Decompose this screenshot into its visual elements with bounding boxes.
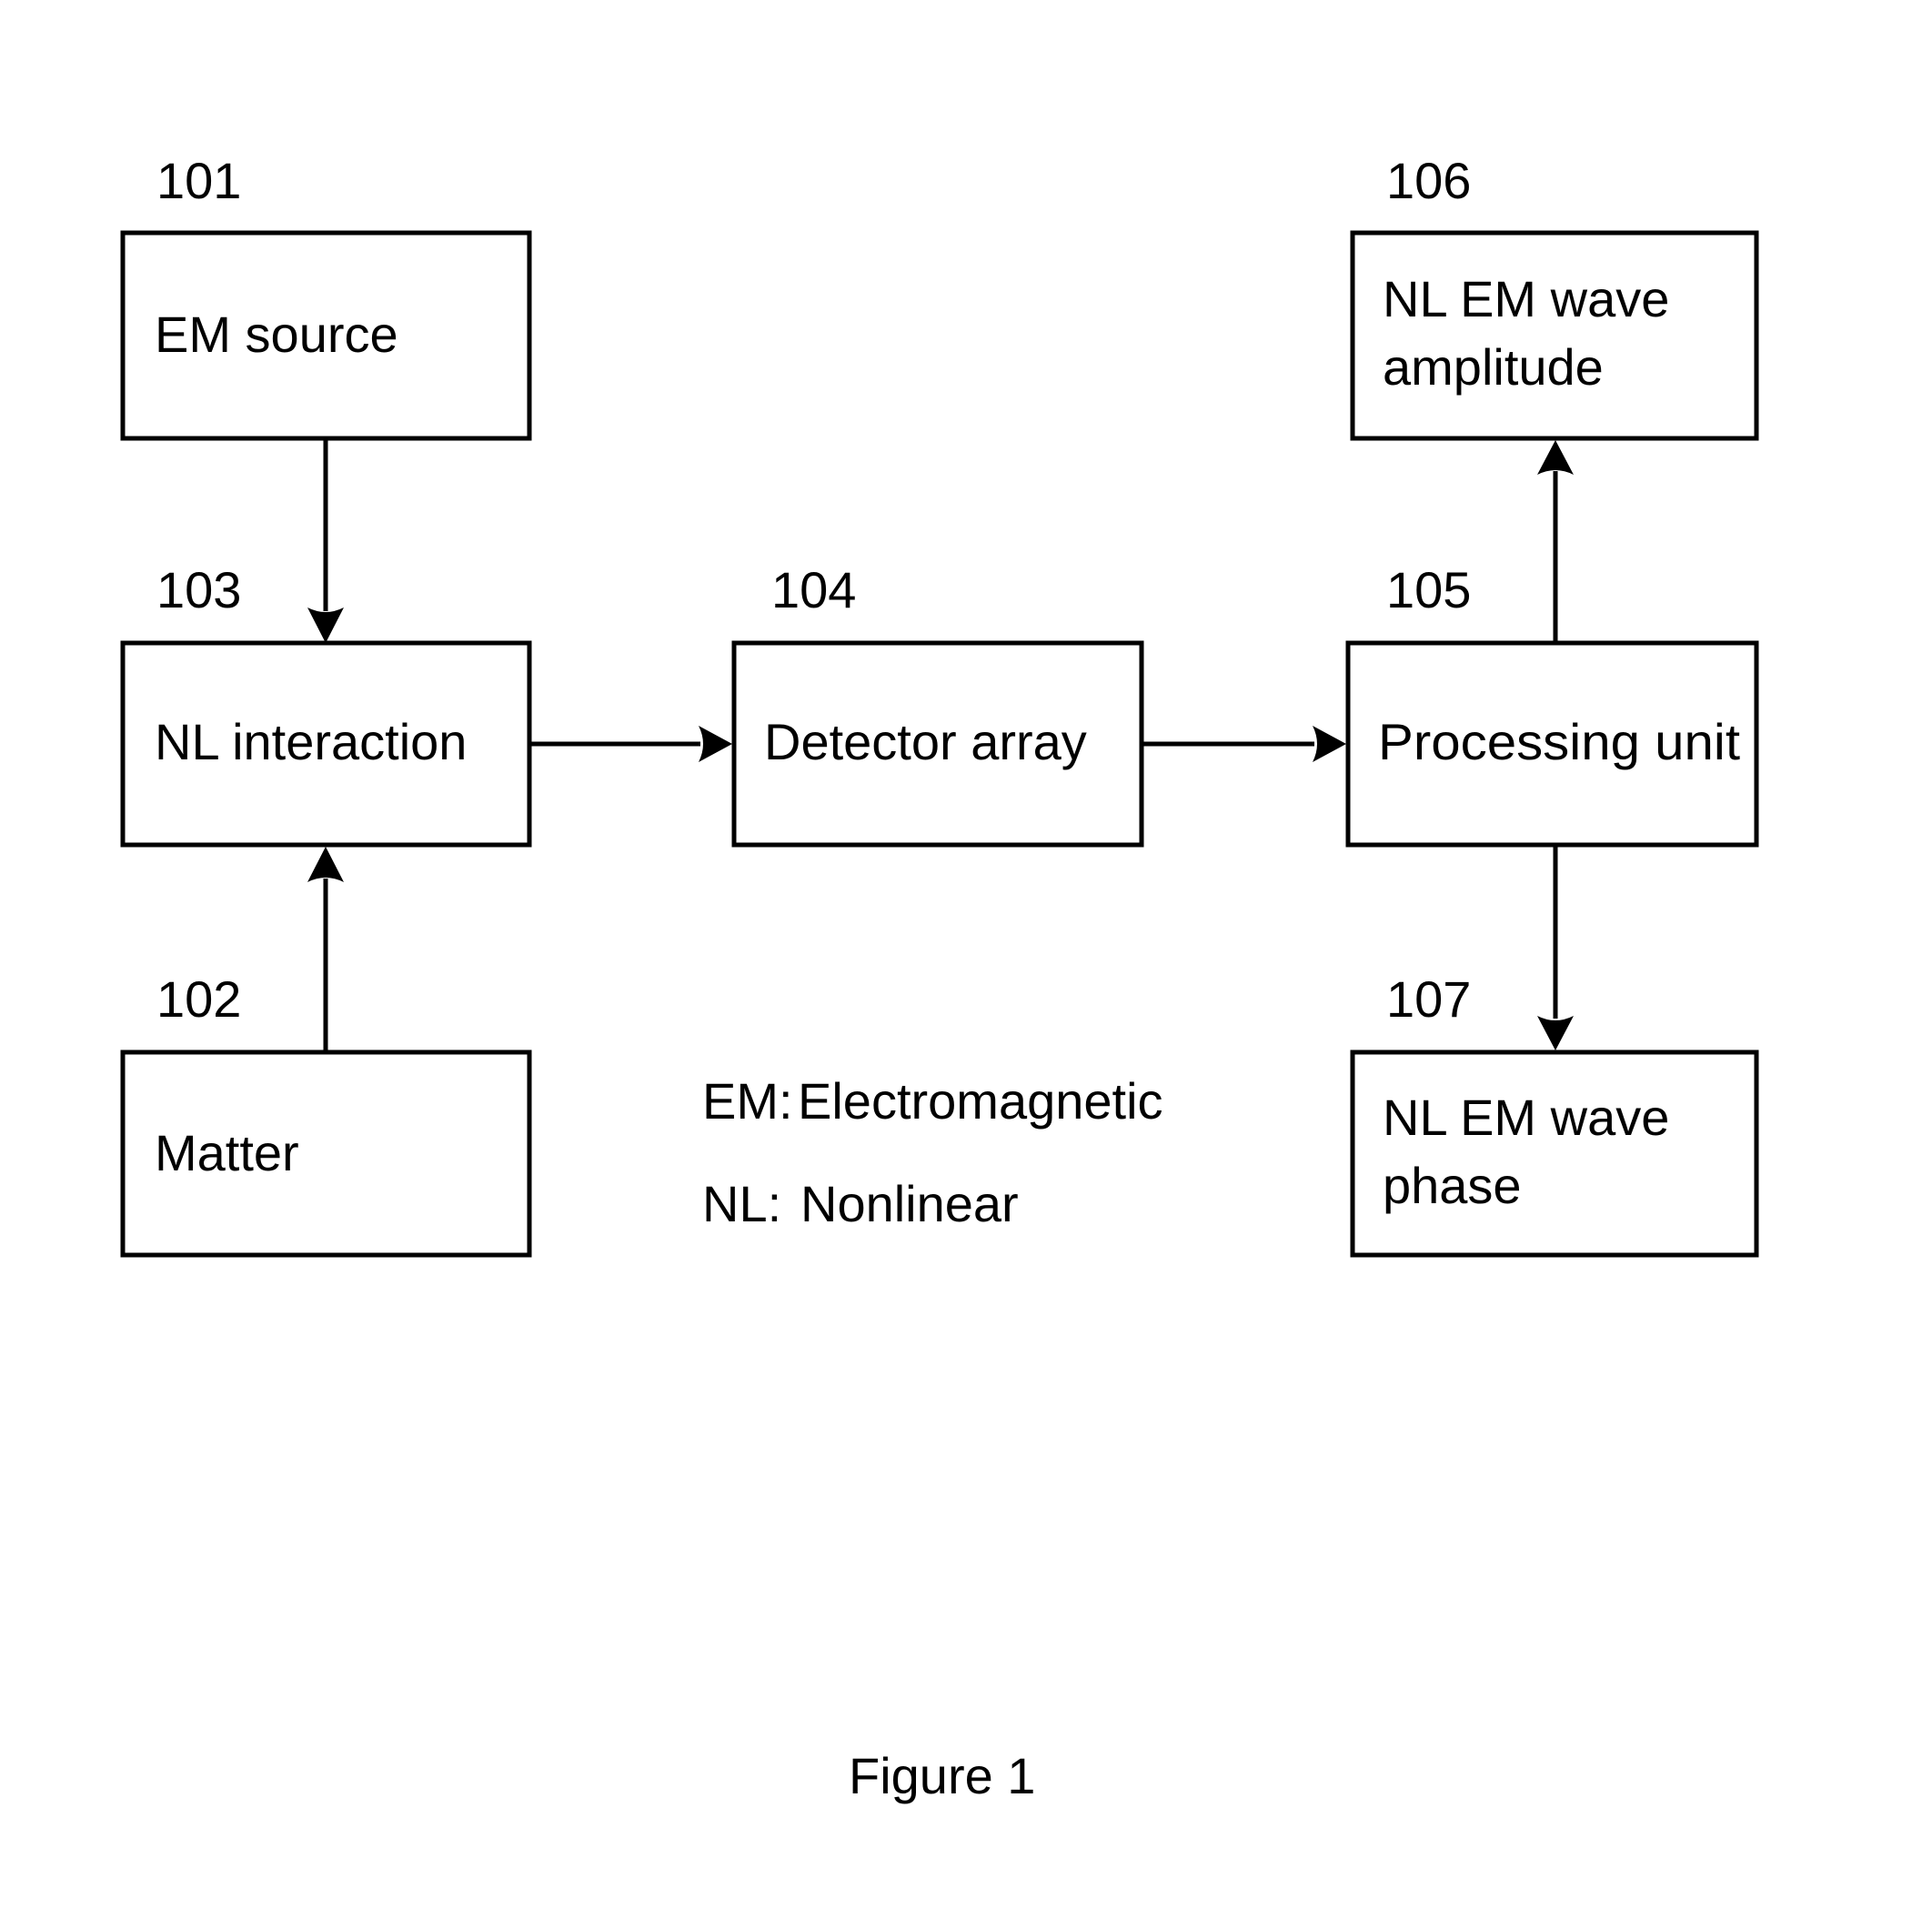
reference-numeral: 105	[1386, 561, 1471, 618]
node-detector-array: 104 Detector array	[731, 561, 1144, 848]
reference-numeral: 106	[1386, 152, 1471, 209]
abbreviation-legend: EM: Electromagnetic NL: Nonlinear	[702, 1072, 1163, 1232]
legend-abbreviation: EM:	[702, 1072, 793, 1130]
reference-numeral: 101	[156, 152, 241, 209]
edge-103-to-104	[531, 726, 732, 762]
arrowhead-down-icon	[1537, 1016, 1574, 1050]
arrowhead-up-icon	[1537, 440, 1574, 475]
block-diagram: 101 EM source 103 NL interaction 102 Mat…	[120, 152, 1759, 1804]
edge-102-to-103	[307, 847, 344, 1050]
block-box	[1350, 1049, 1759, 1258]
legend-abbreviation: NL:	[702, 1175, 781, 1232]
block-label: Detector array	[764, 713, 1087, 770]
figure-caption: Figure 1	[849, 1747, 1035, 1804]
block-label-line-2: phase	[1383, 1157, 1522, 1214]
block-label-line-1: NL EM wave	[1383, 1089, 1669, 1146]
block-label: EM source	[155, 306, 398, 363]
block-label: Processing unit	[1378, 713, 1740, 770]
arrowhead-up-icon	[307, 847, 344, 882]
edge-105-to-107	[1537, 847, 1574, 1050]
node-em-source: 101 EM source	[120, 152, 532, 441]
node-nl-em-wave-amplitude: 106 NL EM wave amplitude	[1350, 152, 1759, 441]
block-label-line-2: amplitude	[1383, 338, 1604, 396]
legend-entry-em: EM: Electromagnetic	[702, 1072, 1163, 1130]
reference-numeral: 103	[156, 561, 241, 618]
reference-numeral: 107	[1386, 970, 1471, 1028]
legend-meaning: Electromagnetic	[798, 1072, 1163, 1130]
node-processing-unit: 105 Processing unit	[1345, 561, 1759, 848]
legend-entry-nl: NL: Nonlinear	[702, 1175, 1019, 1232]
edge-101-to-103	[307, 440, 344, 643]
legend-meaning: Nonlinear	[800, 1175, 1019, 1232]
block-label-line-1: NL EM wave	[1383, 270, 1669, 327]
arrowhead-right-icon	[699, 726, 732, 762]
reference-numeral: 102	[156, 970, 241, 1028]
block-label: NL interaction	[155, 713, 467, 770]
edge-104-to-105	[1143, 726, 1346, 762]
arrowhead-down-icon	[307, 608, 344, 643]
block-label: Matter	[155, 1124, 299, 1181]
reference-numeral: 104	[771, 561, 856, 618]
block-box	[1350, 230, 1759, 441]
edge-105-to-106	[1537, 440, 1574, 643]
arrowhead-right-icon	[1313, 726, 1346, 762]
